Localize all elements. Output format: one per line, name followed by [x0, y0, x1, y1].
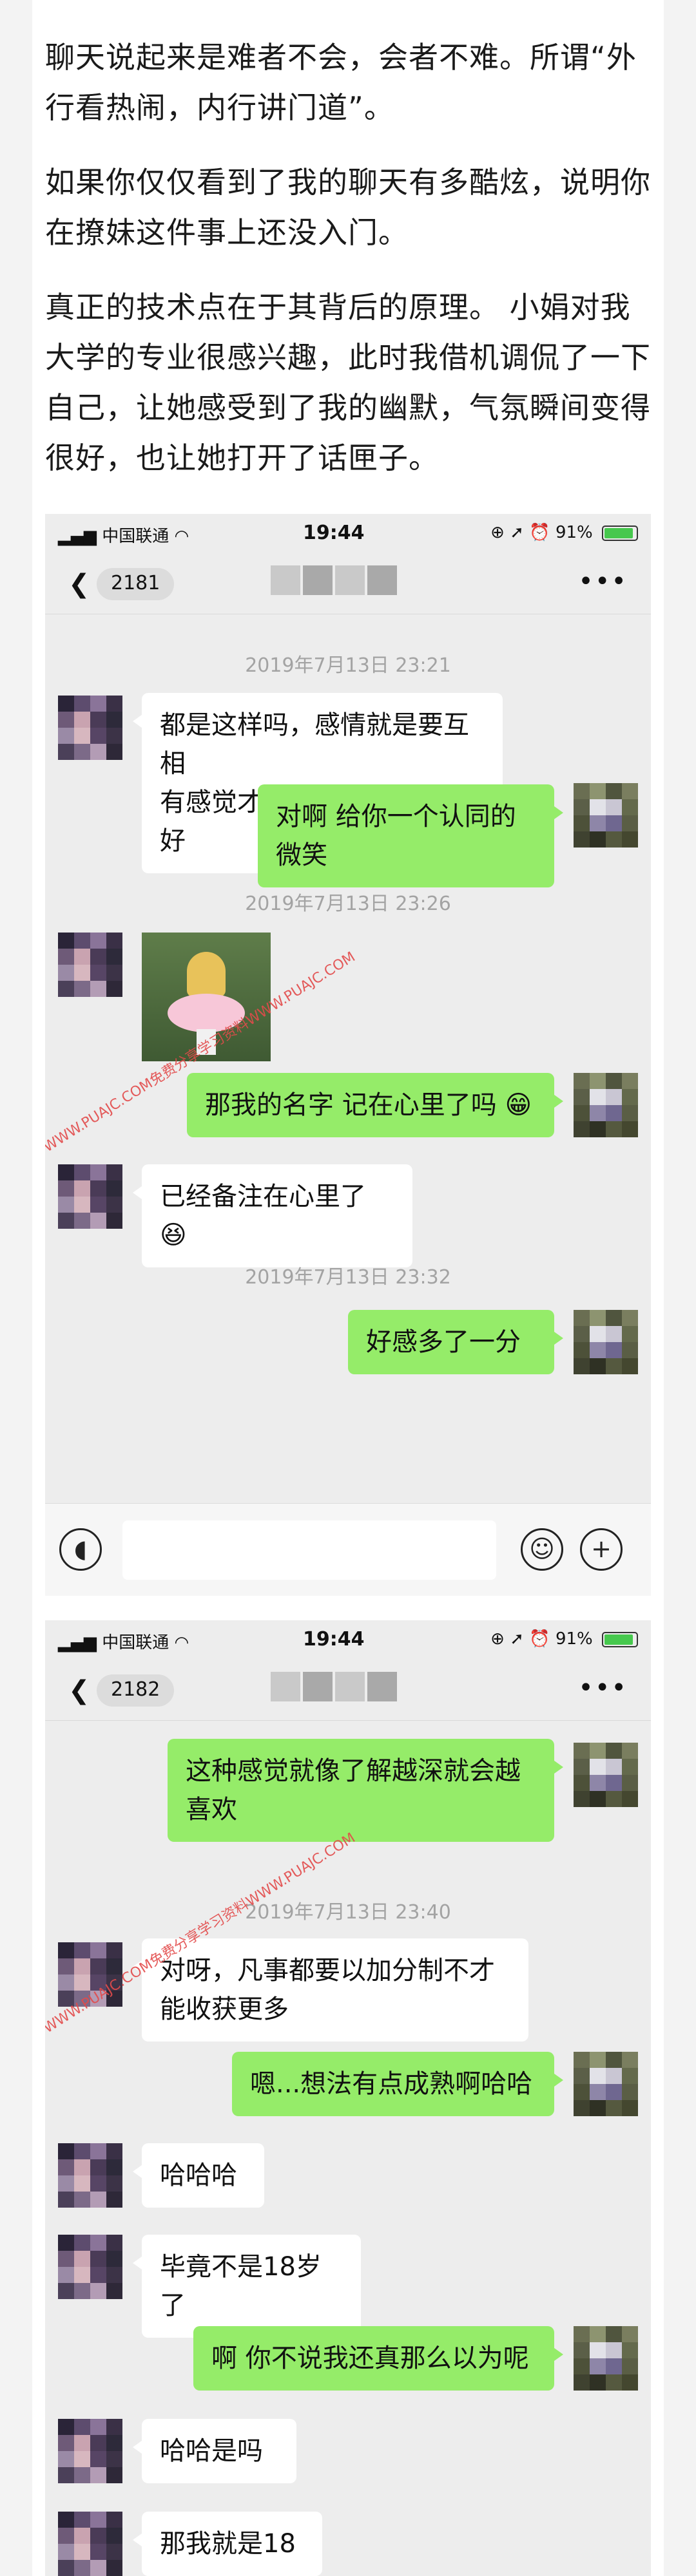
- signal-icon: ▂▄▆: [58, 1633, 97, 1653]
- incoming-message: 对呀，凡事都要以加分制不才 能收获更多: [133, 1938, 528, 2041]
- more-dots-icon[interactable]: •••: [578, 1673, 628, 1703]
- right-margin: [664, 0, 696, 2576]
- incoming-message: 哈哈哈: [133, 2143, 264, 2208]
- my-avatar[interactable]: [574, 2052, 638, 2116]
- more-dots-icon[interactable]: •••: [578, 567, 628, 596]
- timestamp: 2019年7月13日 23:26: [245, 893, 451, 915]
- smile-emoji-icon: 😆: [160, 1220, 187, 1250]
- unread-count-badge[interactable]: 2181: [97, 568, 175, 600]
- contact-avatar[interactable]: [58, 2235, 122, 2299]
- message-input[interactable]: [122, 1520, 496, 1580]
- wifi-icon: ◠: [174, 527, 189, 546]
- incoming-message: 那我就是18: [133, 2512, 322, 2576]
- voice-icon[interactable]: ◖: [59, 1528, 102, 1571]
- my-avatar[interactable]: [574, 2326, 638, 2391]
- chat-navbar: ❮ 2182 •••: [45, 1659, 651, 1721]
- status-bar: ▂▄▆ 中国联通 ◠ 19:44 ⊕ ➚ ⏰ 91%: [45, 514, 651, 553]
- signal-icon: ▂▄▆: [58, 527, 97, 546]
- battery-percent: 91%: [555, 523, 593, 542]
- alarm-icon: ⏰: [529, 1629, 550, 1649]
- my-avatar[interactable]: [574, 1073, 638, 1137]
- location-icon: ➚: [510, 1629, 525, 1649]
- chevron-left-icon[interactable]: ❮: [68, 569, 90, 599]
- emoji-icon[interactable]: ☺: [521, 1528, 563, 1571]
- carrier-label: ▂▄▆ 中国联通 ◠: [58, 527, 189, 546]
- outgoing-message: 这种感觉就像了解越深就会越 喜欢: [168, 1739, 563, 1842]
- outgoing-message: 对啊 给你一个认同的微笑: [258, 784, 563, 887]
- battery-icon: [602, 1631, 638, 1647]
- timestamp: 2019年7月13日 23:40: [245, 1901, 451, 1924]
- lock-rotation-icon: ⊕: [490, 1629, 505, 1649]
- incoming-message: 毕竟不是18岁了: [133, 2235, 361, 2338]
- chat-input-bar: ◖ ☺ +: [45, 1503, 651, 1596]
- status-right: ⊕ ➚ ⏰ 91%: [490, 1629, 638, 1649]
- incoming-message: 已经备注在心里了 😆: [133, 1164, 412, 1267]
- incoming-message: 哈哈是吗: [133, 2419, 296, 2483]
- unread-count-badge[interactable]: 2182: [97, 1674, 175, 1707]
- timestamp: 2019年7月13日 23:21: [245, 654, 451, 677]
- grin-emoji-icon: 😁: [505, 1090, 532, 1120]
- outgoing-message: 啊 你不说我还真那么以为呢: [193, 2326, 563, 2391]
- left-margin: [0, 0, 32, 2576]
- chevron-left-icon[interactable]: ❮: [68, 1676, 90, 1705]
- contact-name-pixelated: [271, 565, 400, 601]
- my-avatar[interactable]: [574, 1743, 638, 1807]
- alarm-icon: ⏰: [529, 523, 550, 542]
- contact-avatar[interactable]: [58, 933, 122, 997]
- clock: 19:44: [303, 522, 365, 544]
- outgoing-message: 那我的名字 记在心里了吗 😁: [187, 1073, 563, 1137]
- contact-avatar[interactable]: [58, 2512, 122, 2576]
- location-icon: ➚: [510, 523, 525, 542]
- article-text: 聊天说起来是难者不会，会者不难。所谓“外行看热闹，内行讲门道”。 如果你仅仅看到…: [45, 32, 651, 507]
- battery-percent: 91%: [555, 1629, 593, 1649]
- chat-navbar: ❮ 2181 •••: [45, 553, 651, 614]
- carrier-label: ▂▄▆ 中国联通 ◠: [58, 1633, 189, 1653]
- my-avatar[interactable]: [574, 783, 638, 848]
- contact-avatar[interactable]: [58, 2143, 122, 2208]
- status-bar: ▂▄▆ 中国联通 ◠ 19:44 ⊕ ➚ ⏰ 91%: [45, 1620, 651, 1659]
- paragraph-2: 如果你仅仅看到了我的聊天有多酷炫，说明你在撩妹这件事上还没入门。: [45, 165, 651, 250]
- status-right: ⊕ ➚ ⏰ 91%: [490, 523, 638, 542]
- add-circle-icon[interactable]: +: [580, 1528, 623, 1571]
- battery-icon: [602, 525, 638, 541]
- lock-rotation-icon: ⊕: [490, 523, 505, 542]
- contact-name-pixelated: [271, 1672, 400, 1708]
- contact-avatar[interactable]: [58, 1164, 122, 1229]
- contact-avatar[interactable]: [58, 2419, 122, 2483]
- chat-screenshot-1: ▂▄▆ 中国联通 ◠ 19:44 ⊕ ➚ ⏰ 91% ❮ 2181 ••• 20…: [45, 514, 651, 1596]
- paragraph-1: 聊天说起来是难者不会，会者不难。所谓“外行看热闹，内行讲门道”。: [45, 40, 637, 125]
- timestamp: 2019年7月13日 23:32: [245, 1266, 451, 1289]
- chat-screenshot-2: ▂▄▆ 中国联通 ◠ 19:44 ⊕ ➚ ⏰ 91% ❮ 2182 ••• 这种…: [45, 1620, 651, 2576]
- paragraph-3: 真正的技术点在于其背后的原理。 小娟对我大学的专业很感兴趣，此时我借机调侃了一下…: [45, 290, 651, 475]
- outgoing-message: 嗯...想法有点成熟啊哈哈: [232, 2052, 563, 2116]
- clock: 19:44: [303, 1628, 365, 1651]
- page: 聊天说起来是难者不会，会者不难。所谓“外行看热闹，内行讲门道”。 如果你仅仅看到…: [0, 0, 696, 2576]
- my-avatar[interactable]: [574, 1310, 638, 1374]
- wifi-icon: ◠: [174, 1633, 189, 1653]
- contact-avatar[interactable]: [58, 696, 122, 760]
- outgoing-message: 好感多了一分: [348, 1310, 563, 1374]
